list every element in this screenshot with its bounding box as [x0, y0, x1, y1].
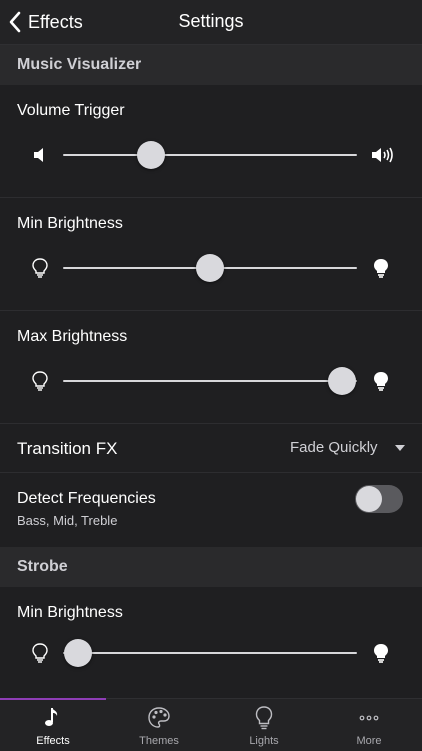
detect-frequencies-sublabel: Bass, Mid, Treble [17, 513, 118, 528]
min-brightness-row: Min Brightness [0, 198, 422, 311]
strobe-min-brightness-label: Min Brightness [17, 604, 123, 621]
detect-frequencies-toggle[interactable] [355, 485, 403, 513]
toggle-knob [356, 486, 382, 512]
section-title: Music Visualizer [17, 56, 142, 73]
palette-icon [148, 707, 170, 728]
strobe-min-brightness-row: Min Brightness [0, 587, 422, 698]
min-brightness-slider[interactable] [0, 253, 422, 283]
more-icon [359, 715, 379, 721]
slider-thumb[interactable] [137, 141, 166, 169]
tab-label: Effects [36, 735, 70, 747]
tab-label: More [356, 735, 382, 747]
tab-bar: Effects Themes Lights More [0, 698, 422, 751]
transition-fx-label: Transition FX [17, 439, 118, 458]
tab-themes[interactable]: Themes [106, 699, 212, 751]
section-header-strobe: Strobe [0, 547, 422, 587]
tab-more[interactable]: More [316, 699, 422, 751]
max-brightness-label: Max Brightness [17, 328, 128, 345]
bulb-icon [255, 706, 273, 730]
page-title: Settings [178, 11, 244, 31]
navigation-bar: Effects Settings [0, 0, 422, 45]
bulb-filled-icon [374, 372, 388, 391]
slider-track [63, 141, 357, 169]
bulb-outline-icon [32, 258, 48, 278]
tab-label: Lights [249, 735, 279, 747]
min-brightness-label: Min Brightness [17, 215, 123, 232]
tab-label: Themes [139, 735, 179, 747]
bulb-outline-icon [32, 371, 48, 391]
music-note-icon [45, 708, 58, 726]
tab-effects[interactable]: Effects [0, 699, 106, 751]
max-brightness-row: Max Brightness [0, 311, 422, 424]
strobe-min-brightness-slider[interactable] [0, 638, 422, 668]
bulb-outline-icon [32, 643, 48, 663]
slider-track [63, 254, 357, 282]
detect-frequencies-row: Detect Frequencies Bass, Mid, Treble [0, 473, 422, 550]
volume-trigger-label: Volume Trigger [17, 102, 125, 119]
slider-track [63, 639, 357, 667]
volume-trigger-row: Volume Trigger [0, 85, 422, 198]
slider-thumb[interactable] [63, 639, 92, 667]
slider-track [63, 367, 357, 395]
caret-down-icon[interactable] [395, 445, 405, 451]
slider-thumb[interactable] [196, 254, 224, 282]
transition-fx-row[interactable]: Transition FX Fade Quickly [0, 424, 422, 473]
bulb-filled-icon [374, 644, 388, 663]
section-header-music-visualizer: Music Visualizer [0, 45, 422, 85]
section-title: Strobe [17, 558, 68, 575]
transition-fx-select[interactable]: Fade Quickly [290, 439, 378, 456]
speaker-high-icon [372, 147, 393, 163]
tab-lights[interactable]: Lights [211, 699, 317, 751]
max-brightness-slider[interactable] [0, 366, 422, 396]
bulb-filled-icon [374, 259, 388, 278]
volume-trigger-slider[interactable] [0, 140, 422, 170]
slider-thumb[interactable] [328, 367, 357, 395]
speaker-low-icon [34, 148, 43, 162]
detect-frequencies-label: Detect Frequencies [17, 490, 156, 507]
